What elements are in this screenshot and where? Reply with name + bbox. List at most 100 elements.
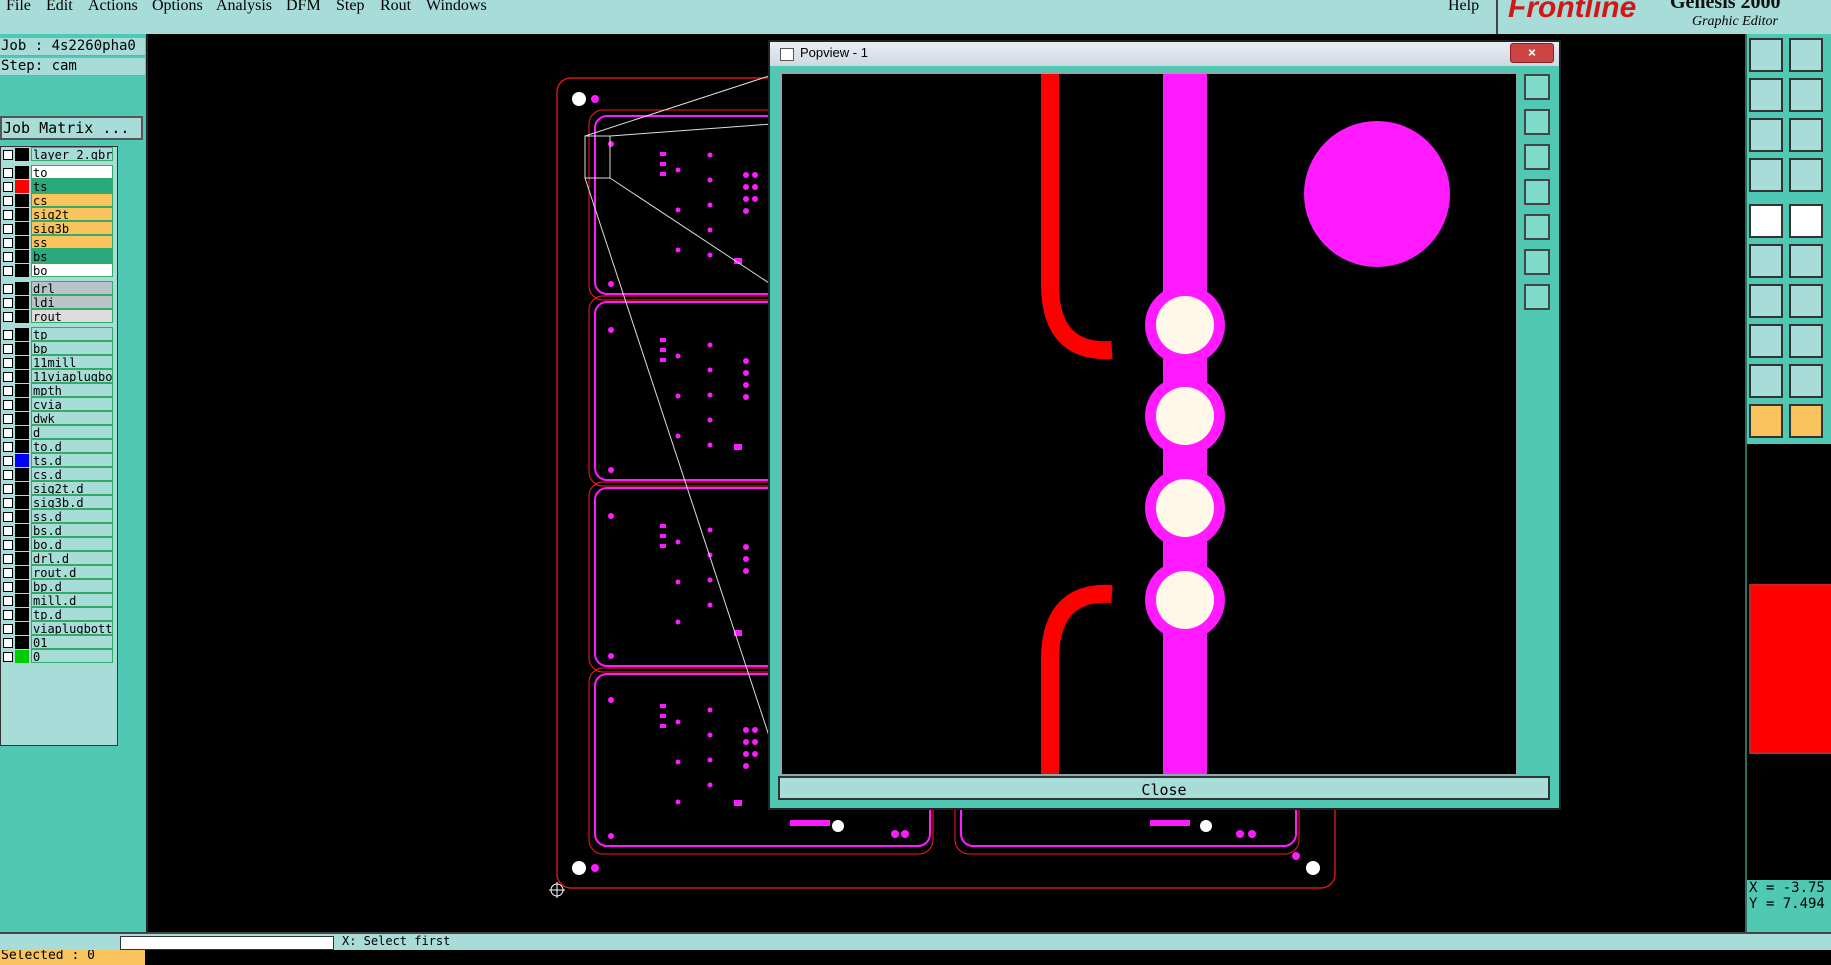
layer-name[interactable]: cs xyxy=(31,193,113,207)
layer-checkbox[interactable] xyxy=(3,428,13,438)
layer-checkbox[interactable] xyxy=(3,568,13,578)
zoom-in-icon[interactable] xyxy=(1524,284,1550,310)
layer-checkbox[interactable] xyxy=(3,456,13,466)
pan-left-icon[interactable] xyxy=(1524,179,1550,205)
layer-color-swatch[interactable] xyxy=(15,236,29,249)
layer-checkbox[interactable] xyxy=(3,596,13,606)
layer-color-swatch[interactable] xyxy=(15,538,29,551)
menu-actions[interactable]: Actions xyxy=(88,0,138,15)
layer-checkbox[interactable] xyxy=(3,168,13,178)
layer-name[interactable]: bp.d xyxy=(31,579,113,593)
menu-edit[interactable]: Edit xyxy=(46,0,73,15)
layer-name[interactable]: tp.d xyxy=(31,607,113,621)
layer-checkbox[interactable] xyxy=(3,652,13,662)
add-pad-icon[interactable] xyxy=(1749,204,1783,238)
layer-row[interactable]: ts.d xyxy=(1,453,117,468)
cross-icon[interactable] xyxy=(1789,244,1823,278)
layer-checkbox[interactable] xyxy=(3,540,13,550)
layer-name[interactable]: sig2t.d xyxy=(31,481,113,495)
popview-viewport[interactable] xyxy=(780,72,1518,776)
polygon-icon[interactable] xyxy=(1749,364,1783,398)
layer-name[interactable]: mill.d xyxy=(31,593,113,607)
layer-name[interactable]: ss.d xyxy=(31,509,113,523)
layer-row[interactable]: cs.d xyxy=(1,467,117,482)
window-close-button[interactable]: × xyxy=(1510,43,1554,63)
layer-row[interactable]: tp.d xyxy=(1,607,117,622)
layer-color-swatch[interactable] xyxy=(15,622,29,635)
layer-row[interactable]: bo.d xyxy=(1,537,117,552)
layer-color-swatch[interactable] xyxy=(15,328,29,341)
layer-checkbox[interactable] xyxy=(3,196,13,206)
layer-color-swatch[interactable] xyxy=(15,650,29,663)
layer-checkbox[interactable] xyxy=(3,554,13,564)
layer-checkbox[interactable] xyxy=(3,210,13,220)
layer-name[interactable]: bs xyxy=(31,249,113,263)
layer-checkbox[interactable] xyxy=(3,312,13,322)
layer-checkbox[interactable] xyxy=(3,582,13,592)
view-left-icon[interactable] xyxy=(1749,78,1783,112)
layer-row[interactable]: 01 xyxy=(1,635,117,650)
pan-right-icon[interactable] xyxy=(1524,214,1550,240)
layer-row[interactable]: sig2t.d xyxy=(1,481,117,496)
pan-up-icon[interactable] xyxy=(1524,109,1550,135)
pad-edit-icon[interactable] xyxy=(1749,324,1783,358)
layer-name[interactable]: bo xyxy=(31,263,113,277)
layer-color-swatch[interactable] xyxy=(15,552,29,565)
layer-name[interactable]: to xyxy=(31,165,113,179)
layer-name[interactable]: dwk xyxy=(31,411,113,425)
job-matrix-button[interactable]: Job Matrix ... xyxy=(0,116,143,140)
layer-row[interactable]: cvia xyxy=(1,397,117,412)
layer-name[interactable]: ss xyxy=(31,235,113,249)
layer-color-swatch[interactable] xyxy=(15,496,29,509)
surface-icon[interactable] xyxy=(1789,364,1823,398)
layer-row[interactable]: ts xyxy=(1,179,117,194)
layer-row[interactable]: layer_2.gbr xyxy=(1,147,117,162)
layer-name[interactable]: rout.d xyxy=(31,565,113,579)
select-arrow-icon[interactable] xyxy=(1749,404,1783,438)
layer-checkbox[interactable] xyxy=(3,238,13,248)
layer-checkbox[interactable] xyxy=(3,266,13,276)
layer-row[interactable]: bs xyxy=(1,249,117,264)
layer-name[interactable]: 11mill xyxy=(31,355,113,369)
layer-checkbox[interactable] xyxy=(3,252,13,262)
line-icon[interactable] xyxy=(1749,284,1783,318)
layer-color-swatch[interactable] xyxy=(15,468,29,481)
probe-icon[interactable] xyxy=(1789,158,1823,192)
layer-color-swatch[interactable] xyxy=(15,310,29,323)
layer-color-swatch[interactable] xyxy=(15,454,29,467)
layer-name[interactable]: 0 xyxy=(31,649,113,663)
layer-name[interactable]: rout xyxy=(31,309,113,323)
menu-rout[interactable]: Rout xyxy=(380,0,411,15)
layer-checkbox[interactable] xyxy=(3,414,13,424)
layer-row[interactable]: sig2t xyxy=(1,207,117,222)
layer-color-swatch[interactable] xyxy=(15,296,29,309)
menu-dfm[interactable]: DFM xyxy=(286,0,321,15)
layer-color-swatch[interactable] xyxy=(15,222,29,235)
measure-icon[interactable] xyxy=(1749,158,1783,192)
layer-row[interactable]: dwk xyxy=(1,411,117,426)
layer-name[interactable]: ts xyxy=(31,179,113,193)
layer-color-swatch[interactable] xyxy=(15,370,29,383)
layer-name[interactable]: drl.d xyxy=(31,551,113,565)
layer-row[interactable]: drl xyxy=(1,281,117,296)
layer-name[interactable]: bo.d xyxy=(31,537,113,551)
layer-name[interactable]: 11viaplugbot xyxy=(31,369,113,383)
layer-row[interactable]: bp.d xyxy=(1,579,117,594)
layer-name[interactable]: ts.d xyxy=(31,453,113,467)
layer-row[interactable]: rout xyxy=(1,309,117,324)
layer-color-swatch[interactable] xyxy=(15,148,29,161)
layer-row[interactable]: to.d xyxy=(1,439,117,454)
zoom-fit-icon[interactable] xyxy=(1749,118,1783,152)
layer-color-swatch[interactable] xyxy=(15,356,29,369)
layer-row[interactable]: ldi xyxy=(1,295,117,310)
zoom-center-icon[interactable] xyxy=(1789,118,1823,152)
layer-name[interactable]: sig2t xyxy=(31,207,113,221)
layer-row[interactable]: ss xyxy=(1,235,117,250)
popview-titlebar[interactable]: Popview - 1 × xyxy=(770,42,1559,66)
layer-checkbox[interactable] xyxy=(3,400,13,410)
layer-row[interactable]: 11viaplugbot xyxy=(1,369,117,384)
layer-row[interactable]: sig3b.d xyxy=(1,495,117,510)
layer-row[interactable]: mill.d xyxy=(1,593,117,608)
layer-color-swatch[interactable] xyxy=(15,342,29,355)
select-box-icon[interactable] xyxy=(1789,404,1823,438)
